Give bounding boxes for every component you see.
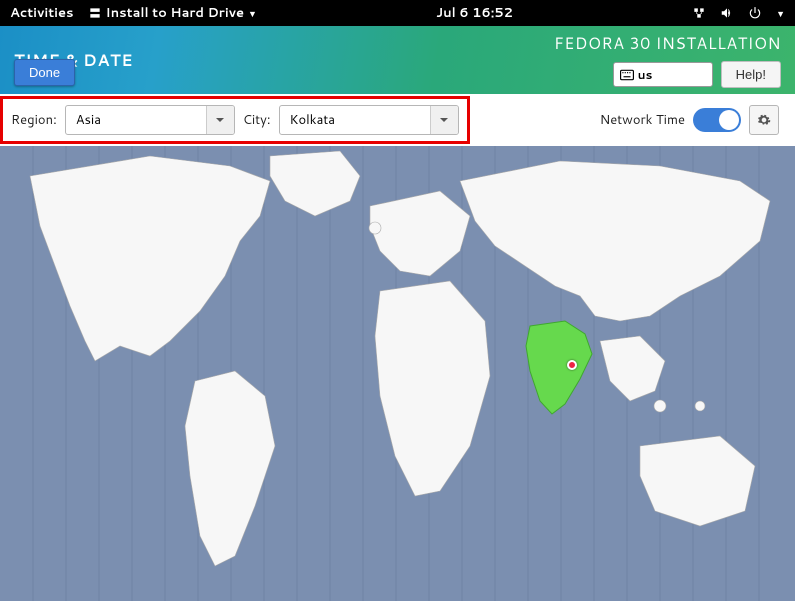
keyboard-layout-label: us	[638, 66, 653, 83]
keyboard-layout-indicator[interactable]: us	[613, 62, 713, 87]
chevron-down-icon: ▼	[776, 7, 785, 20]
city-value: Kolkata	[280, 111, 430, 129]
world-map-svg	[0, 146, 795, 601]
gear-icon	[757, 113, 771, 127]
chevron-down-icon	[439, 115, 449, 125]
installer-header: TIME & DATE Done FEDORA 30 INSTALLATION …	[0, 26, 795, 94]
city-pin	[567, 360, 577, 370]
ntp-settings-button[interactable]	[749, 105, 779, 135]
app-menu-label: Install to Hard Drive	[106, 4, 245, 22]
timezone-controls: Region: Asia City: Kolkata Network Time	[0, 94, 795, 146]
keyboard-icon	[620, 69, 634, 81]
installer-title: FEDORA 30 INSTALLATION	[554, 32, 781, 55]
city-dropdown-arrow[interactable]	[430, 106, 458, 134]
network-time-label: Network Time	[600, 111, 685, 129]
activities-button[interactable]: Activities	[10, 4, 74, 22]
volume-icon[interactable]	[720, 6, 734, 20]
region-city-highlight: Region: Asia City: Kolkata	[0, 96, 470, 144]
help-button[interactable]: Help!	[721, 61, 781, 88]
app-menu[interactable]: Install to Hard Drive ▼	[88, 4, 257, 22]
clock[interactable]: Jul 6 16:52	[257, 4, 692, 22]
chevron-down-icon	[215, 115, 225, 125]
city-combo[interactable]: Kolkata	[279, 105, 459, 135]
region-dropdown-arrow[interactable]	[206, 106, 234, 134]
toggle-knob	[719, 110, 739, 130]
power-icon[interactable]	[748, 6, 762, 20]
city-label: City:	[243, 111, 271, 129]
done-button[interactable]: Done	[14, 59, 75, 86]
region-value: Asia	[66, 111, 206, 129]
region-combo[interactable]: Asia	[65, 105, 235, 135]
chevron-down-icon: ▼	[248, 7, 257, 20]
region-label: Region:	[11, 111, 57, 129]
gnome-topbar: Activities Install to Hard Drive ▼ Jul 6…	[0, 0, 795, 26]
network-icon[interactable]	[692, 6, 706, 20]
network-time-toggle[interactable]	[693, 108, 741, 132]
hard-drive-icon	[88, 6, 102, 20]
timezone-map[interactable]	[0, 146, 795, 601]
